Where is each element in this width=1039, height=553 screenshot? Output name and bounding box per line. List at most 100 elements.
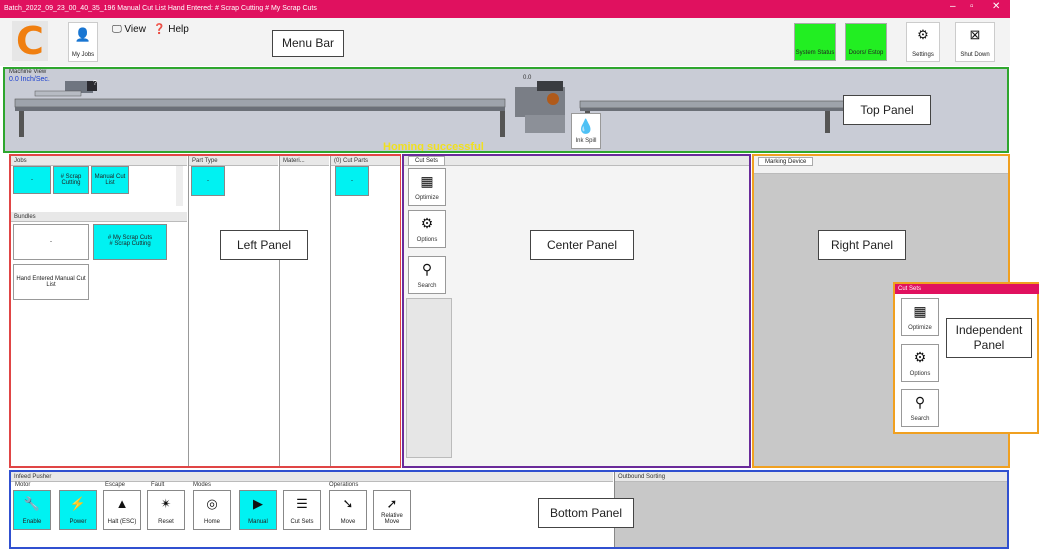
enable-label: Enable [22,519,42,525]
optimize-button[interactable]: ▦ Optimize [408,168,446,206]
independent-panel-title: Cut Sets [895,284,1039,294]
shutdown-label: Shut Down [960,52,990,58]
power-label: Power [69,519,87,525]
move-button[interactable]: ➘ Move [329,490,367,530]
homing-status: Homing successful [383,141,484,153]
home-label: Home [203,519,220,525]
reset-icon: ✴ [160,496,172,511]
job-card[interactable]: - [13,166,51,194]
relative-move-label: Relative Move [381,513,403,525]
window-title: Batch_2022_09_23_00_40_35_196 Manual Cut… [0,0,1010,18]
part-type-header: Part Type [189,156,278,166]
gear-icon: ⚙ [420,215,434,231]
material-column: Materi... [279,156,329,466]
cut-sets-mode-button[interactable]: ☰ Cut Sets [283,490,321,530]
job-card[interactable]: # Scrap Cutting [53,166,89,194]
bolt-icon: ⚡ [69,496,87,511]
jobs-section: Jobs - # Scrap Cutting Manual Cut List [11,156,187,210]
monitor-icon: 🖵 [112,24,122,35]
bundles-section: Bundles - # My Scrap Cuts # Scrap Cuttin… [11,212,187,466]
part-type-card[interactable]: - [191,166,225,196]
motor-group-label: Motor [15,482,31,488]
cut-parts-column: (0) Cut Parts - [330,156,400,466]
maximize-button[interactable]: ▫ [970,1,974,12]
close-box-icon: ⊠ [969,27,981,42]
escape-group-label: Escape [105,482,126,488]
bundles-header: Bundles [11,212,187,222]
search-button[interactable]: ⚲ Search [408,256,446,294]
cut-sets-mode-label: Cut Sets [290,519,314,525]
callout-independent-panel: Independent Panel [946,318,1032,358]
move-icon: ➘ [342,496,354,511]
feed-pusher-header: Infeed Pusher [11,472,613,482]
callout-right-panel: Right Panel [818,230,906,260]
reset-label: Reset [158,519,174,525]
callout-top-panel: Top Panel [843,95,931,125]
drop-icon: 💧 [577,118,595,134]
help-menu[interactable]: ❓ Help [153,24,189,35]
independent-options-button[interactable]: ⚙ Options [901,344,939,382]
bundle-card[interactable]: - [13,224,89,260]
search-label: Search [417,283,437,289]
optimize-label: Optimize [415,195,439,201]
material-header: Materi... [280,156,329,166]
question-icon: ❓ [153,24,166,35]
search-icon: ⚲ [914,394,926,410]
wrench-icon: 🔧 [23,496,41,511]
bundle-card[interactable]: # My Scrap Cuts # Scrap Cutting [93,224,167,260]
play-icon: ▶ [253,496,263,511]
fault-group-label: Fault [151,482,165,488]
minimize-button[interactable]: – [950,1,956,12]
cut-part-card[interactable]: - [335,166,369,196]
callout-center-panel: Center Panel [530,230,634,260]
halt-button[interactable]: ▲ Halt (ESC) [103,490,141,530]
jobs-scrollbar[interactable] [176,166,183,206]
cut-sets-tabbar [404,156,749,166]
grid-icon: ▦ [913,303,927,319]
enable-button[interactable]: 🔧 Enable [13,490,51,530]
my-jobs-button[interactable]: 👤 My Jobs [68,22,98,62]
gear-icon: ⚙ [913,349,927,365]
bundle-card[interactable]: Hand Entered Manual Cut List [13,264,89,300]
target-icon: ◎ [206,496,218,511]
manual-label: Manual [248,519,268,525]
marking-device-tab[interactable]: Marking Device [758,157,814,166]
power-button[interactable]: ⚡ Power [59,490,97,530]
doors-estop-button[interactable]: Doors/ Estop [845,23,887,61]
shutdown-button[interactable]: ⊠ Shut Down [955,22,995,62]
feed-pusher-section: Infeed Pusher Motor Escape Fault Modes O… [11,472,613,547]
grid-icon: ▦ [420,173,434,189]
independent-search-button[interactable]: ⚲ Search [901,389,939,427]
relative-move-button[interactable]: ➚ Relative Move [373,490,411,530]
system-status-button[interactable]: System Status [794,23,836,61]
manual-button[interactable]: ▶ Manual [239,490,277,530]
options-button[interactable]: ⚙ Options [408,210,446,248]
top-panel: Machine View 0.0 Inch/Sec. 0.0 ? 💧 Ink S… [3,67,1009,153]
view-menu[interactable]: 🖵 View [112,24,146,35]
help-label: Help [168,24,189,35]
app-logo: C [12,21,48,61]
independent-optimize-label: Optimize [908,325,932,331]
outbound-sorting-header: Outbound Sorting [615,472,1007,482]
reset-button[interactable]: ✴ Reset [147,490,185,530]
ink-spill-label: Ink Spill [575,138,597,144]
modes-group-label: Modes [193,482,212,488]
cut-sets-tab[interactable]: Cut Sets [408,156,446,166]
warning-icon: ▲ [115,496,129,511]
settings-label: Settings [912,52,934,58]
independent-optimize-button[interactable]: ▦ Optimize [901,298,939,336]
job-card[interactable]: Manual Cut List [91,166,129,194]
help-marker: ? [93,80,97,87]
settings-button[interactable]: ⚙ Settings [906,22,940,62]
close-button[interactable]: ✕ [992,1,1000,12]
outbound-sorting-section: Outbound Sorting [614,472,1007,547]
my-jobs-label: My Jobs [71,52,95,58]
halt-label: Halt (ESC) [107,519,137,525]
operations-group-label: Operations [329,482,359,488]
callout-left-panel: Left Panel [220,230,308,260]
home-button[interactable]: ◎ Home [193,490,231,530]
cut-sets-scrollbar[interactable] [406,298,452,458]
independent-options-label: Options [909,371,931,377]
ink-spill-button[interactable]: 💧 Ink Spill [571,113,601,149]
list-icon: ☰ [296,496,308,511]
